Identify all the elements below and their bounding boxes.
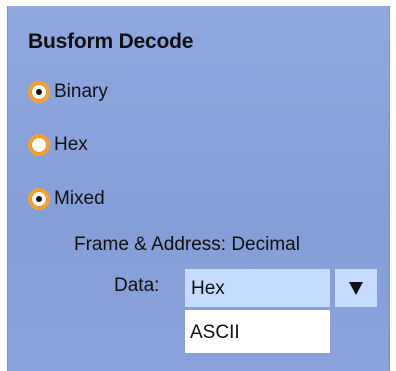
frame-address-text: Frame & Address: Decimal [74, 234, 300, 255]
chevron-down-icon [349, 281, 363, 295]
data-select-dropdown-button[interactable] [334, 268, 378, 308]
radio-button-icon[interactable] [28, 134, 50, 156]
data-select-value: Hex [191, 278, 225, 299]
radio-label-binary: Binary [54, 81, 108, 102]
data-select-options: ASCII [184, 309, 331, 354]
radio-hex[interactable]: Hex [28, 130, 88, 160]
busform-decode-panel: Busform Decode Binary Hex Mixed Frame & … [7, 6, 390, 371]
radio-button-icon[interactable] [28, 81, 50, 103]
radio-dot-icon [36, 89, 42, 95]
data-select[interactable]: Hex [184, 268, 331, 308]
radio-dot-icon [36, 196, 42, 202]
radio-label-mixed: Mixed [54, 188, 105, 209]
option-ascii[interactable]: ASCII [190, 322, 240, 344]
radio-label-hex: Hex [54, 134, 88, 155]
radio-button-icon[interactable] [28, 188, 50, 210]
data-label: Data: [114, 275, 160, 296]
radio-binary[interactable]: Binary [28, 77, 108, 107]
radio-mixed[interactable]: Mixed [28, 184, 105, 214]
panel-title: Busform Decode [28, 30, 194, 53]
